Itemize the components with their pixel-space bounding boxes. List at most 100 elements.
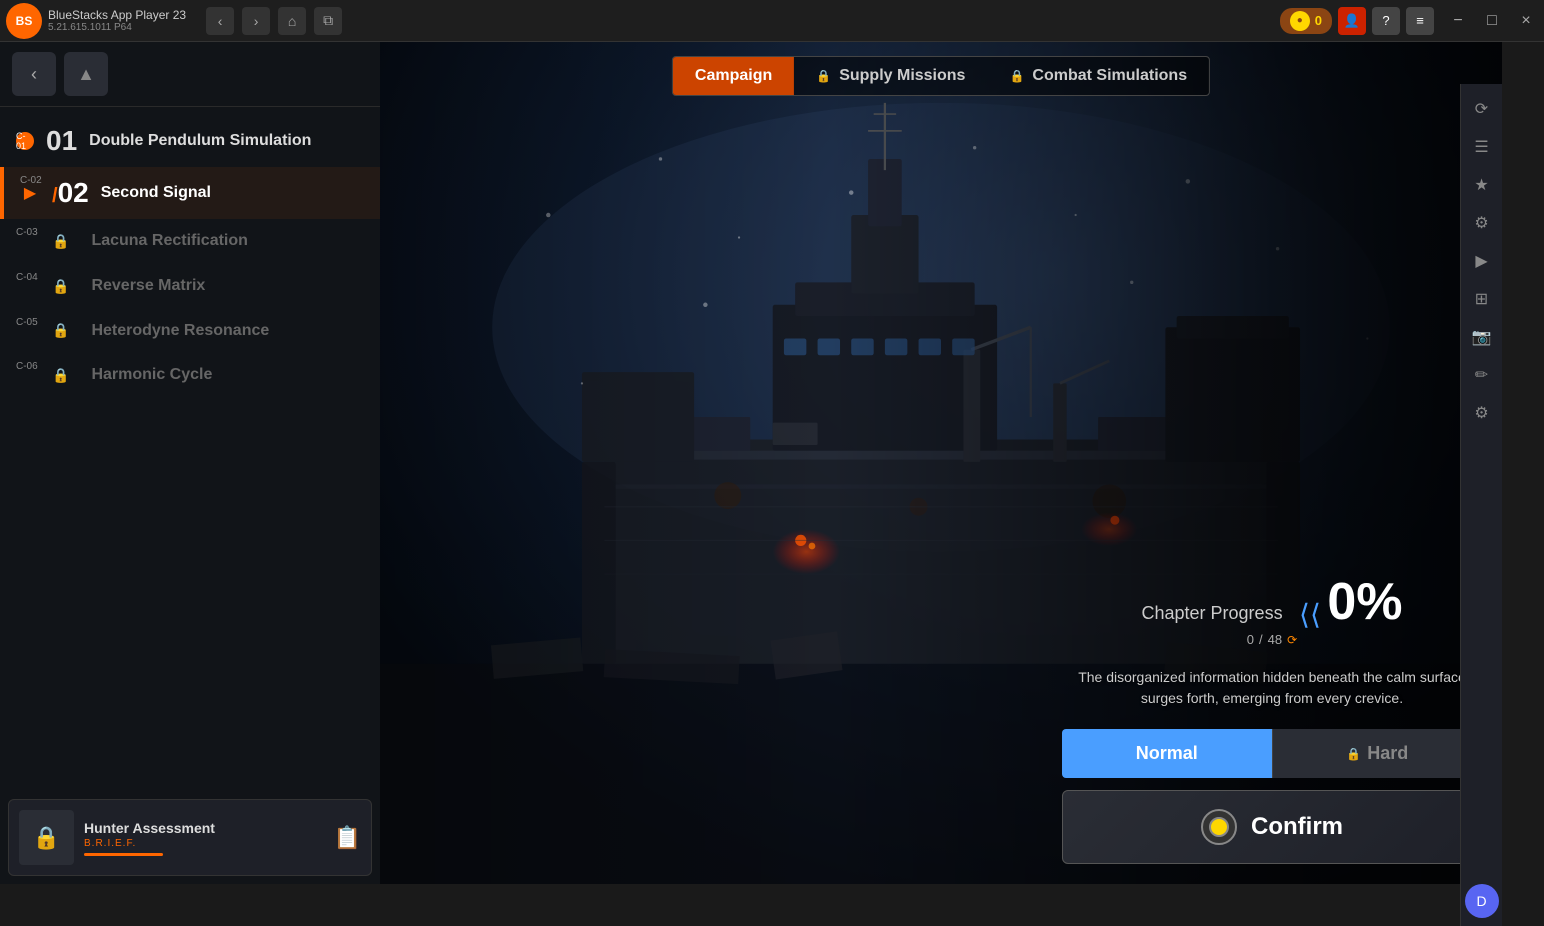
chapter-item-01[interactable]: C-01 01 Double Pendulum Simulation [0, 115, 380, 167]
panel-drive-btn[interactable]: ▲ [64, 52, 108, 96]
window-controls: − □ × [1444, 7, 1540, 35]
sidebar-btn-3[interactable]: ⚙ [1465, 206, 1499, 240]
chapter-item-04[interactable]: C-04 🔒 Reverse Matrix [0, 264, 380, 309]
tab-campaign[interactable]: Campaign [673, 57, 794, 95]
app-logo: BS [6, 3, 42, 39]
menu-btn[interactable]: ≡ [1406, 7, 1434, 35]
chapter-item-03[interactable]: C-03 🔒 Lacuna Rectification [0, 219, 380, 264]
titlebar-nav: ‹ › ⌂ ⧉ [206, 7, 342, 35]
hunter-card-icon: 🔒 [19, 810, 74, 865]
panel-back-btn[interactable]: ‹ [12, 52, 56, 96]
chapter-05-title: Heterodyne Resonance [81, 321, 269, 342]
chapter-06-title: Harmonic Cycle [81, 365, 212, 386]
back-nav-btn[interactable]: ‹ [206, 7, 234, 35]
titlebar-right: ● 0 👤 ? ≡ [1280, 7, 1434, 35]
sidebar-btn-2[interactable]: ★ [1465, 168, 1499, 202]
tab-supply-label: Supply Missions [839, 67, 965, 85]
sidebar-discord-btn[interactable]: D [1465, 884, 1499, 918]
chapter-progress-section: Chapter Progress ⟨⟨ 0% 0 / 48 ⟳ [1062, 572, 1482, 647]
hunter-assessment-card[interactable]: 🔒 Hunter Assessment B.R.I.E.F. 📋 [8, 799, 372, 876]
sidebar-btn-1[interactable]: ☰ [1465, 130, 1499, 164]
chapter-02-badge: /02 [52, 179, 89, 207]
chapter-01-badge: 01 [46, 127, 77, 155]
game-tabs: Campaign 🔒 Supply Missions 🔒 Combat Simu… [672, 56, 1210, 96]
left-panel: ‹ ▲ C-01 01 Double Pendulum Simulation ▶… [0, 42, 380, 884]
tab-combat-lock-icon: 🔒 [1009, 69, 1024, 83]
confirm-icon [1201, 809, 1237, 845]
tab-supply-lock-icon: 🔒 [816, 69, 831, 83]
confirm-inner-icon [1209, 817, 1229, 837]
hard-lock-icon: 🔒 [1346, 747, 1361, 761]
chapter-item-02[interactable]: ▶ C-02 /02 Second Signal [0, 167, 380, 219]
chapter-item-05[interactable]: C-05 🔒 Heterodyne Resonance [0, 309, 380, 354]
chapter-06-lock-icon: 🔒 [52, 367, 69, 384]
progress-current: 0 [1247, 632, 1254, 647]
coin-count: 0 [1315, 13, 1322, 28]
help-btn[interactable]: ? [1372, 7, 1400, 35]
difficulty-normal-label: Normal [1136, 743, 1198, 764]
difficulty-hard-label: Hard [1367, 743, 1408, 764]
chapter-03-lock-icon: 🔒 [52, 233, 69, 250]
chapter-01-title: Double Pendulum Simulation [89, 131, 311, 152]
refresh-icon: ⟳ [1287, 633, 1297, 647]
chapter-02-arrow: ▶ [20, 183, 40, 203]
maximize-btn[interactable]: □ [1478, 7, 1506, 35]
chapter-04-lock-icon: 🔒 [52, 278, 69, 295]
minimize-btn[interactable]: − [1444, 7, 1472, 35]
hunter-card-sub: B.R.I.E.F. [84, 838, 215, 849]
flavor-text: The disorganized information hidden bene… [1062, 667, 1482, 709]
chapter-progress-label: Chapter Progress [1142, 603, 1283, 624]
sidebar-btn-8[interactable]: ⚙ [1465, 396, 1499, 430]
chapter-item-06[interactable]: C-06 🔒 Harmonic Cycle [0, 353, 380, 398]
game-panel: Campaign 🔒 Supply Missions 🔒 Combat Simu… [380, 42, 1502, 884]
sidebar-btn-7[interactable]: ✏ [1465, 358, 1499, 392]
close-btn[interactable]: × [1512, 7, 1540, 35]
difficulty-row: Normal 🔒 Hard [1062, 729, 1482, 778]
tab-combat-label: Combat Simulations [1032, 67, 1187, 85]
chapter-06-code: C-06 [16, 361, 38, 372]
home-nav-btn[interactable]: ⌂ [278, 7, 306, 35]
profile-btn[interactable]: 👤 [1338, 7, 1366, 35]
tab-supply[interactable]: 🔒 Supply Missions [794, 57, 987, 95]
chapter-05-lock-icon: 🔒 [52, 322, 69, 339]
chapter-02-number: /02 [52, 179, 89, 207]
sidebar-btn-6[interactable]: 📷 [1465, 320, 1499, 354]
confirm-label: Confirm [1251, 813, 1343, 841]
progress-count: 0 / 48 ⟳ [1062, 632, 1482, 647]
sidebar-btn-4[interactable]: ▶ [1465, 244, 1499, 278]
chapter-01-number: 01 [46, 127, 77, 155]
coin-icon: ● [1290, 11, 1310, 31]
chapter-02-title: Second Signal [101, 183, 211, 204]
hunter-card-title: Hunter Assessment [84, 820, 215, 836]
main-area: ‹ ▲ C-01 01 Double Pendulum Simulation ▶… [0, 42, 1502, 884]
chapter-05-code: C-05 [16, 317, 38, 328]
bottom-overlay: Chapter Progress ⟨⟨ 0% 0 / 48 ⟳ The diso… [1062, 572, 1482, 864]
coin-badge: ● 0 [1280, 8, 1332, 34]
sidebar-btn-5[interactable]: ⊞ [1465, 282, 1499, 316]
chapter-01-icon: C-01 [16, 132, 34, 150]
hunter-card-info: Hunter Assessment B.R.I.E.F. [84, 820, 215, 856]
chapter-list: C-01 01 Double Pendulum Simulation ▶ C-0… [0, 107, 380, 791]
multi-nav-btn[interactable]: ⧉ [314, 7, 342, 35]
app-name: BlueStacks App Player 23 5.21.615.1011 P… [48, 8, 186, 33]
chapter-03-code: C-03 [16, 227, 38, 238]
difficulty-normal-btn[interactable]: Normal [1062, 729, 1272, 778]
progress-divider: ⟨⟨ [1299, 599, 1321, 630]
right-sidebar: ⟳ ☰ ★ ⚙ ▶ ⊞ 📷 ✏ ⚙ D [1460, 84, 1502, 926]
hunter-card-progress [84, 853, 163, 856]
panel-nav: ‹ ▲ [0, 42, 380, 107]
titlebar: BS BlueStacks App Player 23 5.21.615.101… [0, 0, 1544, 42]
chapter-04-code: C-04 [16, 272, 38, 283]
confirm-button[interactable]: Confirm [1062, 790, 1482, 864]
progress-total: 48 [1268, 632, 1282, 647]
chapter-02-code: C-02 [20, 175, 42, 186]
chapter-03-title: Lacuna Rectification [81, 231, 247, 252]
progress-slash: / [1259, 632, 1263, 647]
chapter-progress-pct: 0% [1327, 572, 1402, 632]
sidebar-btn-0[interactable]: ⟳ [1465, 92, 1499, 126]
tab-combat[interactable]: 🔒 Combat Simulations [987, 57, 1209, 95]
forward-nav-btn[interactable]: › [242, 7, 270, 35]
tab-campaign-label: Campaign [695, 67, 772, 85]
hunter-card-doc-icon: 📋 [334, 825, 361, 851]
difficulty-hard-btn[interactable]: 🔒 Hard [1272, 729, 1483, 778]
